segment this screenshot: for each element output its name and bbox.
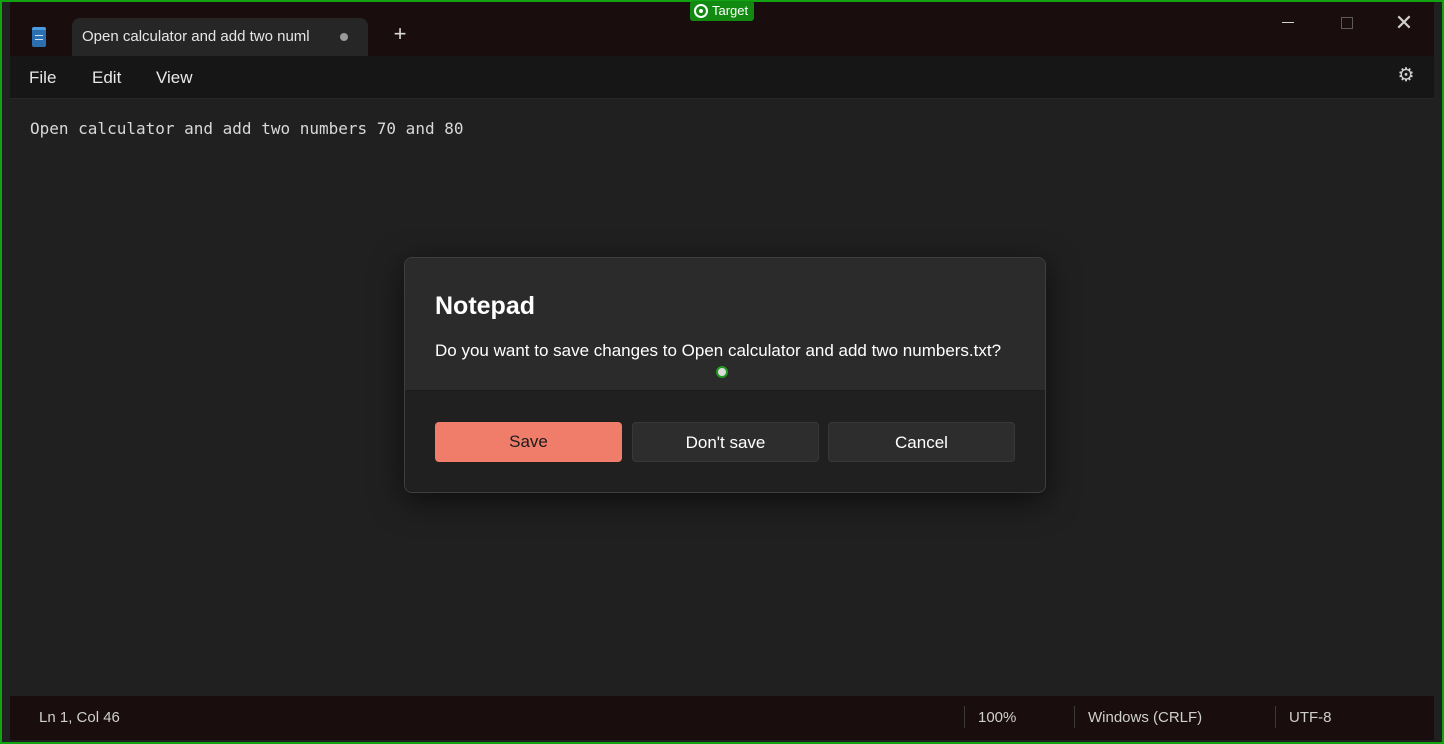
cursor-target-marker-icon <box>716 366 728 378</box>
editor-content[interactable]: Open calculator and add two numbers 70 a… <box>30 119 463 138</box>
status-bar: Ln 1, Col 46 100% Windows (CRLF) UTF-8 <box>10 696 1434 740</box>
menu-view[interactable]: View <box>156 68 193 88</box>
dialog-message: Do you want to save changes to Open calc… <box>435 341 1002 360</box>
status-divider <box>964 706 965 728</box>
dialog-footer: Save Don't save Cancel <box>405 390 1045 492</box>
cursor-position: Ln 1, Col 46 <box>39 709 120 726</box>
tab-document[interactable]: Open calculator and add two numl <box>72 18 368 56</box>
status-divider <box>1275 706 1276 728</box>
menu-file[interactable]: File <box>29 68 56 88</box>
tab-title: Open calculator and add two numl <box>82 28 310 45</box>
target-icon <box>694 4 708 18</box>
unsaved-dot-icon[interactable] <box>340 33 348 41</box>
target-badge: Target <box>690 1 755 21</box>
dont-save-button[interactable]: Don't save <box>632 422 819 462</box>
line-endings[interactable]: Windows (CRLF) <box>1088 709 1202 726</box>
save-button[interactable]: Save <box>435 422 622 462</box>
gear-icon[interactable]: ⚙ <box>1396 66 1416 86</box>
maximize-icon <box>1341 17 1353 29</box>
dialog-title: Notepad <box>435 292 535 320</box>
notepad-app-icon <box>32 27 46 47</box>
new-tab-button[interactable]: + <box>388 22 412 46</box>
menu-edit[interactable]: Edit <box>92 68 121 88</box>
close-button[interactable]: ✕ <box>1384 8 1424 38</box>
cancel-button[interactable]: Cancel <box>828 422 1015 462</box>
encoding[interactable]: UTF-8 <box>1289 709 1332 726</box>
zoom-level[interactable]: 100% <box>978 709 1016 726</box>
minimize-button[interactable] <box>1268 8 1308 38</box>
maximize-button[interactable] <box>1326 8 1366 38</box>
status-divider <box>1074 706 1075 728</box>
menu-bar: File Edit View ⚙ <box>10 56 1434 99</box>
target-label: Target <box>712 3 749 18</box>
minimize-icon <box>1282 22 1294 23</box>
